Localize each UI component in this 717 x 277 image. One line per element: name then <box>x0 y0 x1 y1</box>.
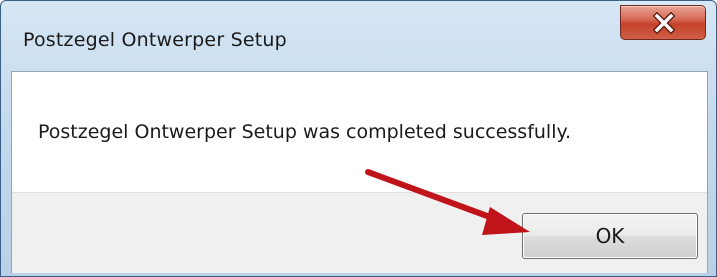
screenshot-canvas: Postzegel Ontwerper Setup Postzegel Ontw… <box>0 0 717 277</box>
completion-message: Postzegel Ontwerper Setup was completed … <box>38 121 572 143</box>
dialog-client-area: Postzegel Ontwerper Setup was completed … <box>11 71 708 273</box>
close-icon <box>621 6 707 39</box>
title-bar[interactable]: Postzegel Ontwerper Setup <box>1 1 716 71</box>
setup-dialog-window: Postzegel Ontwerper Setup Postzegel Ontw… <box>0 0 717 277</box>
dialog-button-bar: OK <box>12 192 707 273</box>
window-title: Postzegel Ontwerper Setup <box>23 29 287 51</box>
ok-button[interactable]: OK <box>522 213 698 259</box>
close-button[interactable] <box>620 5 706 40</box>
